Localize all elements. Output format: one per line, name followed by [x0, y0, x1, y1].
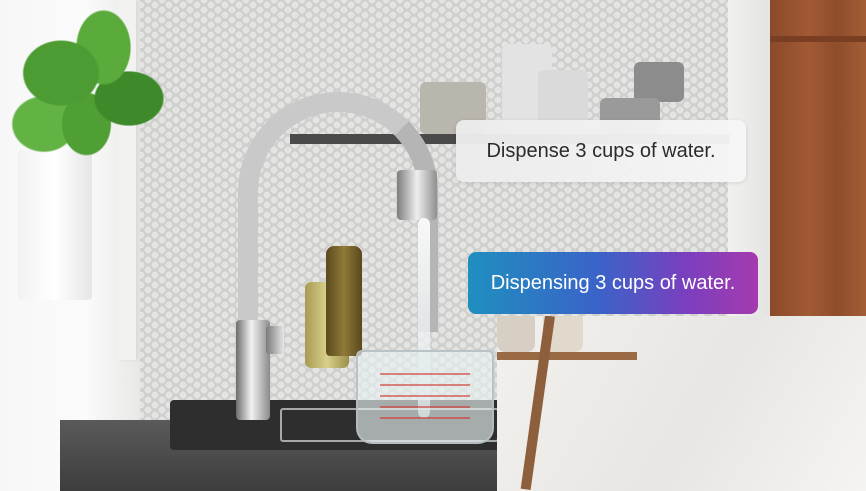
user-request-bubble: Dispense 3 cups of water. [456, 120, 746, 182]
measuring-cup-markings [380, 364, 470, 424]
mug [634, 62, 684, 102]
inset-photo [497, 316, 866, 491]
assistant-response-bubble: Dispensing 3 cups of water. [468, 252, 758, 314]
faucet-handle [266, 326, 284, 354]
wood-cabinet [770, 0, 866, 320]
kitchen-scene: Dispense 3 cups of water. Dispensing 3 c… [0, 0, 866, 491]
assistant-response-text: Dispensing 3 cups of water. [490, 271, 736, 294]
ceramic-pot [497, 316, 535, 352]
cabinet-groove [770, 36, 866, 42]
faucet-head [397, 170, 437, 220]
user-request-text: Dispense 3 cups of water. [486, 139, 716, 162]
wooden-shelf [497, 352, 637, 360]
faucet-base [236, 320, 270, 420]
basil-plant [10, 5, 180, 175]
